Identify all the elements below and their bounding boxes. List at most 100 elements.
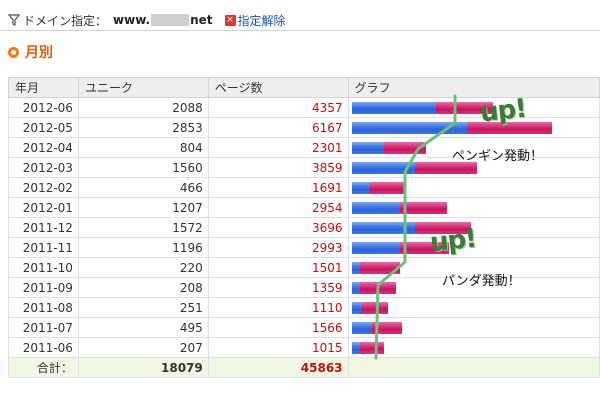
table-body: 2012-06 2088 4357 2012-05 2853 6167 2012-04 804…: [8, 97, 600, 358]
pageview-bar-segment: [371, 322, 403, 334]
total-pageviews: 45863: [207, 357, 349, 378]
table-row: 2011-12 1572 3696: [8, 217, 600, 238]
graph-cell: [347, 257, 600, 278]
pageview-bar-segment: [361, 302, 388, 314]
pageview-bar-segment: [467, 122, 552, 134]
filter-icon: [8, 14, 20, 26]
unique-bar-segment: [351, 142, 385, 154]
pageviews-cell: 6167: [207, 117, 349, 138]
header-unique[interactable]: ユニーク: [77, 77, 209, 98]
domain-filter-bar: ドメイン指定： www. net × 指定解除: [8, 10, 286, 30]
table-row: 2011-07 495 1566: [8, 317, 600, 338]
pageview-bar-segment: [384, 142, 427, 154]
unique-bar-segment: [351, 342, 360, 354]
pageview-bar-segment: [414, 162, 477, 174]
section-title: 月別: [8, 42, 53, 62]
unique-cell: 1572: [77, 217, 209, 238]
month-cell: 2012-01: [8, 197, 79, 218]
month-cell: 2011-06: [8, 337, 79, 358]
divider: [0, 30, 600, 31]
pageview-bar: [351, 262, 401, 274]
unique-cell: 220: [77, 257, 209, 278]
graph-cell: [347, 337, 600, 358]
pageview-bar: [351, 222, 472, 234]
graph-cell: [347, 277, 600, 298]
unique-cell: 2088: [77, 97, 209, 118]
table-row: 2012-06 2088 4357: [8, 97, 600, 118]
section-title-label: 月別: [25, 45, 53, 61]
month-cell: 2011-12: [8, 217, 79, 238]
domain-suffix: net: [190, 13, 213, 27]
pageviews-cell: 2954: [207, 197, 349, 218]
pageview-bar: [351, 142, 427, 154]
month-cell: 2012-02: [8, 177, 79, 198]
pageview-bar: [351, 282, 396, 294]
pageviews-cell: 2301: [207, 137, 349, 158]
pageviews-cell: 4357: [207, 97, 349, 118]
pageviews-cell: 3696: [207, 217, 349, 238]
unique-bar-segment: [351, 322, 372, 334]
graph-cell: [347, 237, 600, 258]
unique-bar-segment: [351, 242, 400, 254]
month-cell: 2012-05: [8, 117, 79, 138]
table-row: 2012-03 1560 3859: [8, 157, 600, 178]
table-row: 2011-11 1196 2993: [8, 237, 600, 258]
unique-cell: 2853: [77, 117, 209, 138]
monthly-stats-table: 年月 ユニーク ページ数 グラフ 2012-06 2088 4357 2012-05 2…: [8, 77, 600, 378]
pageview-bar: [351, 182, 407, 194]
month-cell: 2011-10: [8, 257, 79, 278]
unique-cell: 466: [77, 177, 209, 198]
unique-bar-segment: [351, 302, 362, 314]
pageviews-cell: 1501: [207, 257, 349, 278]
month-cell: 2012-04: [8, 137, 79, 158]
table-row: 2011-08 251 1110: [8, 297, 600, 318]
pageview-bar-segment: [436, 102, 493, 114]
table-row: 2011-09 208 1359: [8, 277, 600, 298]
close-icon[interactable]: ×: [224, 14, 236, 26]
table-row: 2011-10 220 1501: [8, 257, 600, 278]
pageview-bar-segment: [359, 282, 396, 294]
graph-cell: [347, 297, 600, 318]
table-row: 2012-01 1207 2954: [8, 197, 600, 218]
header-pageviews[interactable]: ページ数: [207, 77, 349, 98]
pageview-bar: [351, 102, 493, 114]
total-graph-cell: [347, 357, 600, 378]
pageviews-cell: 3859: [207, 157, 349, 178]
graph-cell: [347, 97, 600, 118]
pageview-bar-segment: [360, 262, 401, 274]
unique-bar-segment: [351, 262, 361, 274]
domain-prefix: www.: [113, 13, 151, 27]
unique-bar-segment: [351, 202, 401, 214]
table-row: 2011-06 207 1015: [8, 337, 600, 358]
unique-cell: 207: [77, 337, 209, 358]
graph-cell: [347, 177, 600, 198]
graph-cell: [347, 317, 600, 338]
pageview-bar: [351, 242, 449, 254]
unique-bar-segment: [351, 182, 371, 194]
pageviews-cell: 1015: [207, 337, 349, 358]
unique-cell: 251: [77, 297, 209, 318]
unique-bar-segment: [351, 102, 437, 114]
unique-cell: 495: [77, 317, 209, 338]
pageviews-cell: 1691: [207, 177, 349, 198]
pageviews-cell: 1566: [207, 317, 349, 338]
header-month[interactable]: 年月: [8, 77, 79, 98]
total-row: 合計： 18079 45863: [8, 357, 600, 378]
graph-cell: [347, 197, 600, 218]
month-cell: 2012-06: [8, 97, 79, 118]
unique-cell: 208: [77, 277, 209, 298]
pageview-bar-segment: [370, 182, 407, 194]
graph-cell: [347, 157, 600, 178]
unique-cell: 1196: [77, 237, 209, 258]
unique-cell: 1207: [77, 197, 209, 218]
clear-filter-link[interactable]: 指定解除: [238, 12, 286, 29]
header-graph: グラフ: [347, 77, 600, 98]
pageview-bar-segment: [400, 202, 448, 214]
pageview-bar: [351, 302, 388, 314]
pageviews-cell: 1110: [207, 297, 349, 318]
pageview-bar: [351, 122, 552, 134]
pageview-bar: [351, 202, 448, 214]
total-unique: 18079: [77, 357, 209, 378]
pageview-bar-segment: [415, 222, 472, 234]
unique-bar-segment: [351, 162, 415, 174]
